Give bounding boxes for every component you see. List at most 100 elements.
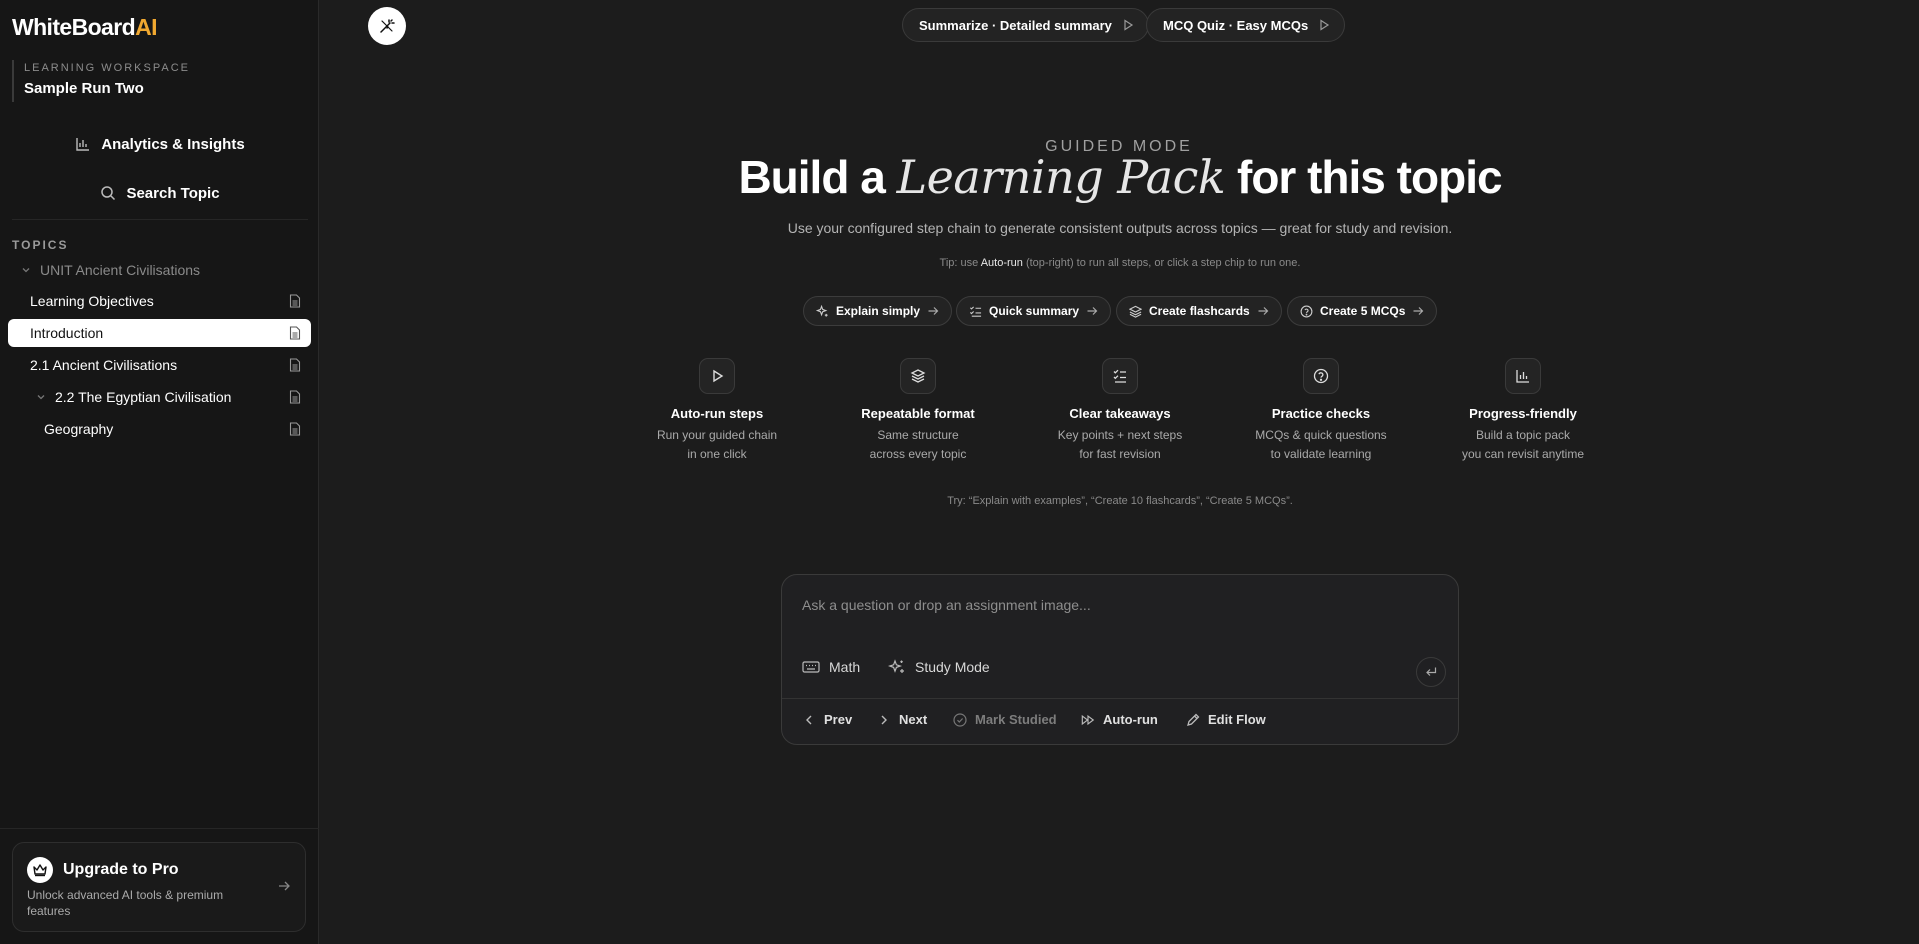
edit-flow-button[interactable]: Edit Flow (1186, 712, 1266, 727)
summarize-pill[interactable]: Summarize · Detailed summary (902, 8, 1149, 42)
feature-title: Repeatable format (861, 406, 975, 421)
play-icon (699, 358, 735, 394)
chip-label: Create 5 MCQs (1320, 304, 1406, 318)
study-mode-button[interactable]: Study Mode (888, 659, 990, 675)
send-button[interactable] (1416, 657, 1446, 687)
tree-item-introduction[interactable]: Introduction (8, 319, 311, 347)
tip-highlight: Auto-run (980, 257, 1023, 269)
feature-description: Build a topic pack you can revisit anytim… (1461, 428, 1585, 461)
composer: Math Study Mode Prev Next Mark Studied A… (781, 574, 1459, 745)
magic-wand-icon (380, 19, 395, 33)
prev-button[interactable]: Prev (802, 712, 852, 727)
tree-item-geography[interactable]: Geography (8, 415, 311, 443)
tree-item-egyptian-civilisation[interactable]: 2.2 The Egyptian Civilisation (8, 383, 311, 411)
sparkle-icon (888, 659, 904, 673)
app-logo[interactable]: WhiteBoardAI (12, 14, 157, 41)
play-icon (1124, 19, 1134, 31)
summarize-pill-label: Summarize · Detailed summary (919, 17, 1112, 33)
bar-chart-icon (1505, 358, 1541, 394)
workspace-label: LEARNING WORKSPACE (24, 62, 190, 74)
check-circle-icon (953, 712, 967, 727)
play-icon (1320, 19, 1330, 31)
page-subtitle: Use your configured step chain to genera… (787, 220, 1453, 236)
chevron-down-icon (22, 268, 30, 273)
feature-progress-friendly: Progress-friendly Build a topic pack you … (1438, 358, 1608, 464)
tip-prefix: Tip: use (939, 257, 981, 269)
auto-run-button[interactable]: Auto-run (1081, 712, 1158, 727)
feature-description: MCQs & quick questions to validate learni… (1255, 428, 1387, 461)
search-topic-button[interactable]: Search Topic (12, 175, 308, 211)
list-check-icon (969, 305, 982, 317)
tree-item-label: Geography (44, 421, 114, 437)
try-suggestions: Try: “Explain with examples”, “Create 10… (947, 495, 1293, 507)
chip-explain-simply[interactable]: Explain simply (803, 296, 953, 326)
tip-suffix: (top-right) to run all steps, or click a… (1022, 257, 1301, 269)
search-icon (101, 186, 116, 201)
fast-forward-icon (1081, 714, 1095, 725)
math-label: Math (829, 659, 861, 675)
feature-title: Auto-run steps (670, 406, 764, 421)
feature-description: Run your guided chain in one click (656, 428, 778, 461)
mcq-quiz-pill-label: MCQ Quiz · Easy MCQs (1163, 17, 1309, 33)
document-icon (289, 358, 301, 372)
document-icon (289, 422, 301, 436)
feature-practice-checks: Practice checks MCQs & quick questions to… (1236, 358, 1406, 464)
chip-create-mcqs[interactable]: Create 5 MCQs (1287, 296, 1438, 326)
math-button[interactable]: Math (802, 659, 860, 675)
analytics-button[interactable]: Analytics & Insights (12, 126, 308, 162)
sparkle-icon (816, 304, 828, 317)
tree-unit[interactable]: UNIT Ancient Civilisations (8, 256, 311, 284)
feature-auto-run: Auto-run steps Run your guided chain in o… (632, 358, 802, 464)
page-title: Build a Learning Pack for this topic (720, 150, 1520, 204)
workspace-info: LEARNING WORKSPACE Sample Run Two (12, 60, 190, 102)
tree-item-label: Learning Objectives (30, 293, 154, 309)
edit-flow-label: Edit Flow (1208, 712, 1266, 727)
chevron-left-icon (806, 715, 812, 724)
sidebar: WhiteBoardAI LEARNING WORKSPACE Sample R… (0, 0, 319, 944)
magic-wand-button[interactable] (368, 7, 406, 45)
document-icon (289, 294, 301, 308)
keyboard-icon (802, 661, 820, 673)
upgrade-title: Upgrade to Pro (63, 861, 179, 878)
tree-unit-label: UNIT Ancient Civilisations (40, 262, 201, 278)
tree-item-label: 2.2 The Egyptian Civilisation (55, 389, 232, 405)
list-check-icon (1102, 358, 1138, 394)
workspace-name: Sample Run Two (24, 80, 144, 97)
arrow-right-icon (928, 307, 939, 315)
next-label: Next (899, 712, 928, 727)
enter-icon (1426, 667, 1437, 676)
tree-item-label: Introduction (30, 325, 104, 341)
logo-text: WhiteBoard (12, 14, 136, 40)
mcq-quiz-pill[interactable]: MCQ Quiz · Easy MCQs (1146, 8, 1346, 42)
feature-description: Key points + next steps for fast revision (1057, 428, 1183, 461)
document-icon (289, 326, 301, 340)
chip-label: Quick summary (989, 304, 1080, 318)
question-input[interactable] (802, 597, 1402, 613)
prev-label: Prev (824, 712, 853, 727)
chip-create-flashcards[interactable]: Create flashcards (1116, 296, 1282, 326)
analytics-label: Analytics & Insights (101, 135, 245, 153)
chevron-right-icon (881, 715, 887, 724)
mark-studied-label: Mark Studied (975, 712, 1057, 727)
next-button[interactable]: Next (877, 712, 927, 727)
divider (12, 219, 308, 220)
layers-icon (1129, 305, 1142, 318)
arrow-right-icon (1413, 307, 1424, 315)
chip-label: Explain simply (836, 304, 921, 318)
tree-item-ancient-civilisations[interactable]: 2.1 Ancient Civilisations (8, 351, 311, 379)
help-circle-icon (1300, 305, 1313, 317)
topics-heading: TOPICS (12, 238, 69, 252)
feature-title: Practice checks (1271, 406, 1371, 421)
auto-run-label: Auto-run (1103, 712, 1158, 727)
bar-chart-icon (76, 138, 90, 151)
chip-quick-summary[interactable]: Quick summary (956, 296, 1112, 326)
title-prefix: Build a (738, 151, 897, 203)
help-circle-icon (1303, 358, 1339, 394)
upgrade-card[interactable]: Upgrade to Pro Unlock advanced AI tools … (12, 842, 306, 932)
mark-studied-button[interactable]: Mark Studied (953, 712, 1057, 727)
divider (0, 828, 319, 829)
feature-repeatable-format: Repeatable format Same structure across e… (833, 358, 1003, 464)
crown-icon (27, 857, 53, 883)
tree-item-learning-objectives[interactable]: Learning Objectives (8, 287, 311, 315)
logo-accent: AI (135, 14, 157, 40)
